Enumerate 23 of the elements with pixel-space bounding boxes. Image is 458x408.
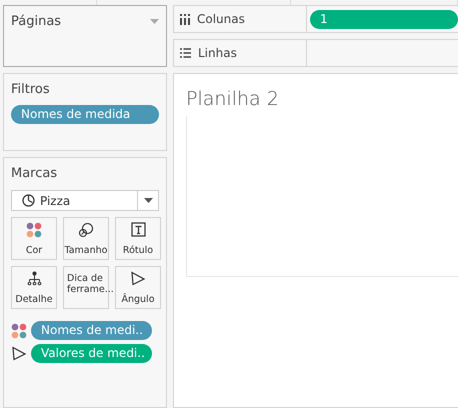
size-button[interactable]: Tamanho <box>63 217 109 260</box>
shelf-label: Linhas <box>198 46 237 60</box>
sheet-title: Planilha 2 <box>186 88 280 110</box>
shelf-label: Colunas <box>197 12 245 26</box>
rows-icon <box>180 48 191 58</box>
triangle-icon <box>11 346 27 361</box>
text-label-icon <box>130 222 146 237</box>
color-palette-icon <box>26 222 42 238</box>
label-button[interactable]: Rótulo <box>115 217 161 260</box>
card-title: Marcas <box>11 166 58 181</box>
color-button[interactable]: Cor <box>11 217 57 260</box>
columns-icon <box>180 14 190 24</box>
caret-icon[interactable] <box>144 198 152 204</box>
size-circles-icon <box>78 222 94 238</box>
angle-button[interactable]: Ângulo <box>115 266 161 309</box>
triangle-icon <box>130 271 146 286</box>
card-title: Páginas <box>11 14 62 29</box>
detail-button[interactable]: Detalhe <box>11 266 57 309</box>
pie-icon <box>22 194 35 207</box>
mark-type-dropdown[interactable]: Pizza <box>11 190 159 211</box>
hierarchy-icon <box>26 271 42 286</box>
card-title: Filtros <box>11 82 51 97</box>
color-palette-icon <box>11 322 27 338</box>
